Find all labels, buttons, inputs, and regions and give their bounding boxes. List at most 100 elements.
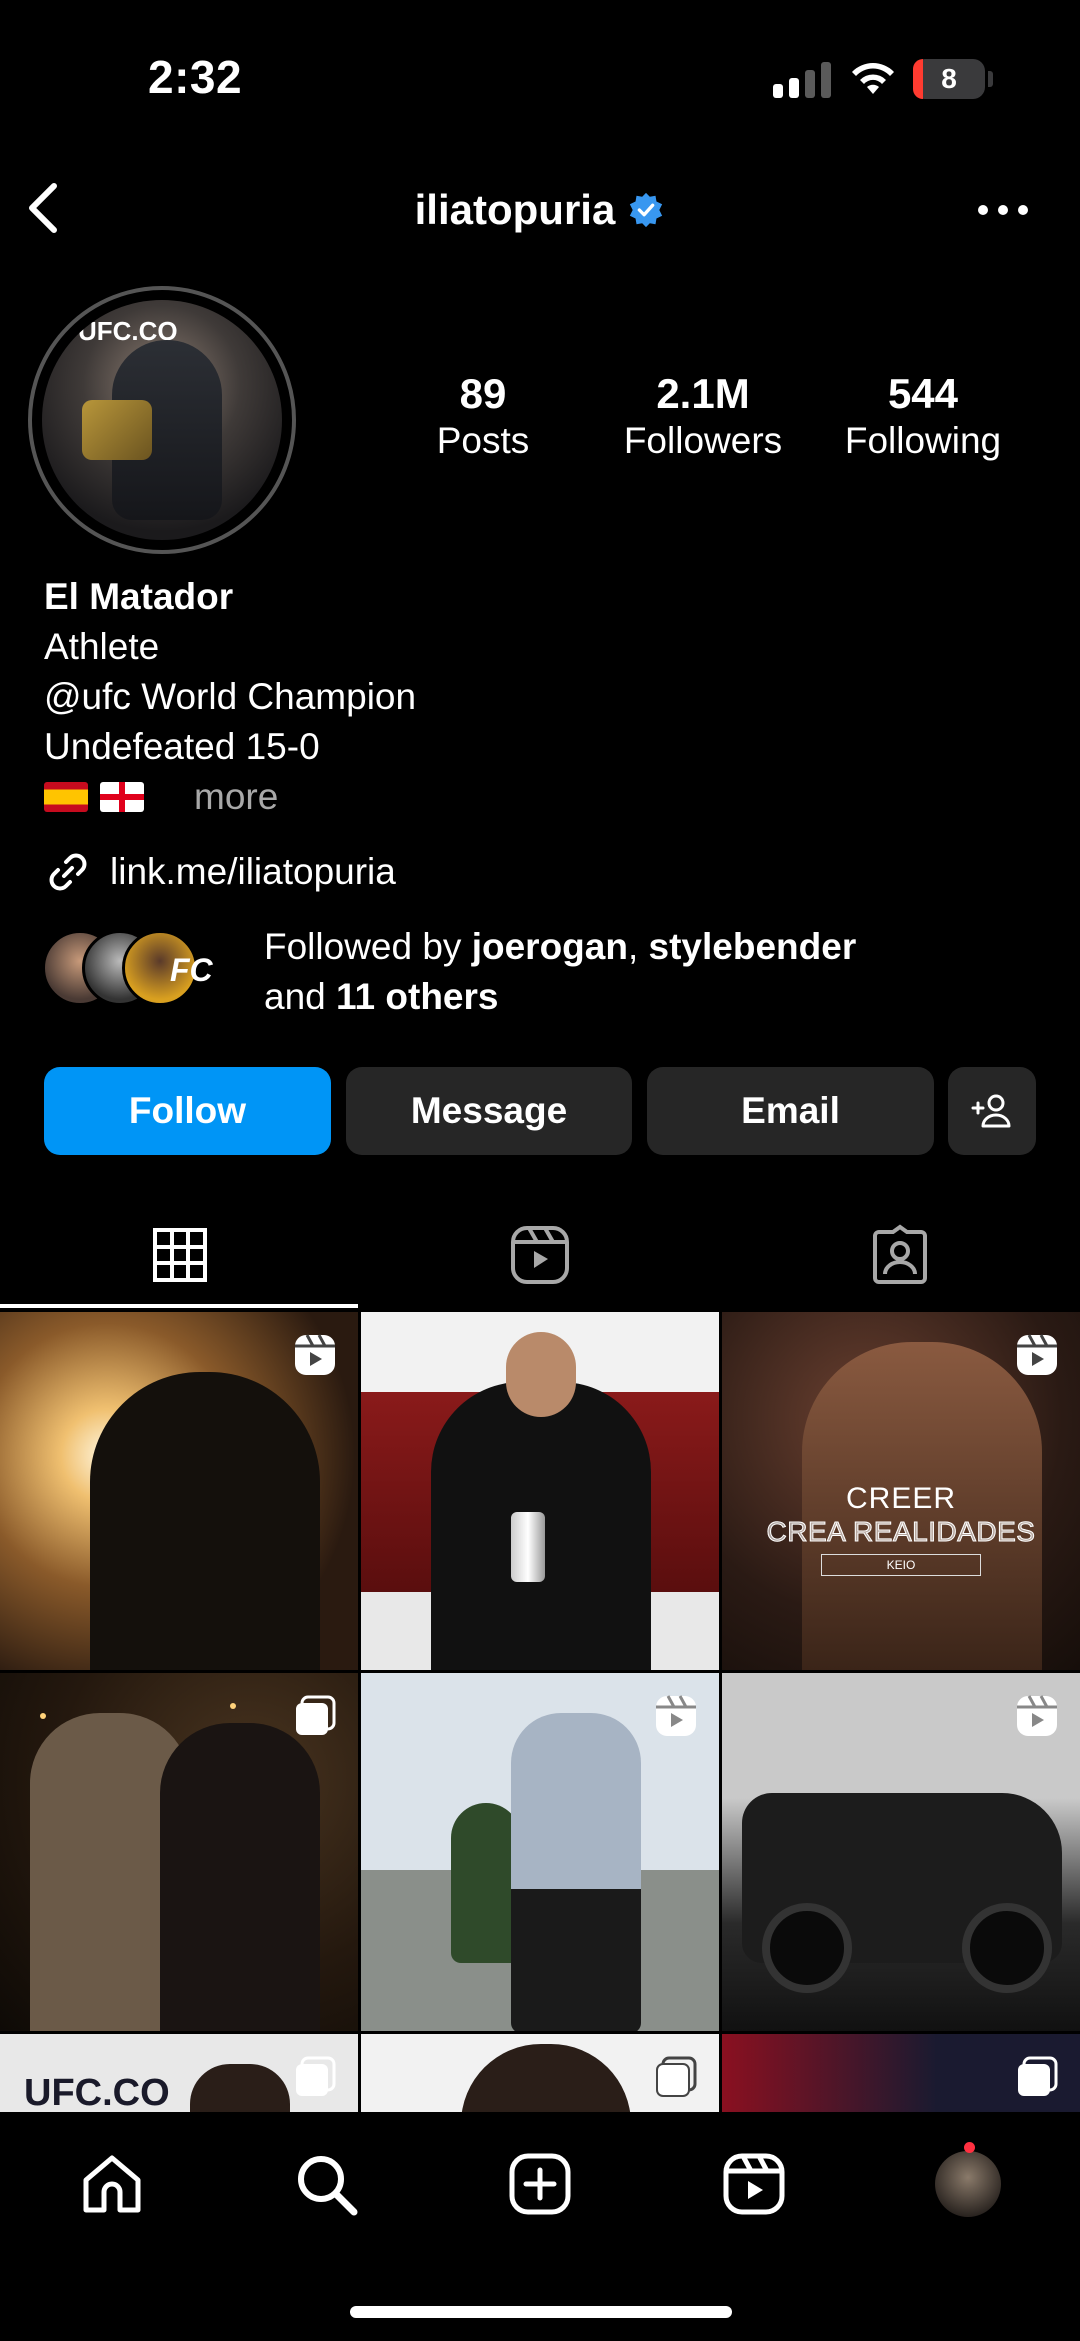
profile-avatar-icon (935, 2151, 1001, 2217)
grid-icon (153, 1228, 207, 1282)
post-thumbnail[interactable]: CREER CREA REALIDADES KEIO (722, 1312, 1080, 1670)
message-button[interactable]: Message (346, 1067, 632, 1155)
bio-more-link[interactable]: more (194, 776, 278, 818)
post-subject (90, 1372, 320, 1670)
reel-badge-icon (1017, 1695, 1057, 1736)
active-tab-indicator (0, 1304, 358, 1308)
following-count[interactable]: 544 Following (830, 370, 1016, 464)
profile-header: iliatopuria (0, 180, 1080, 240)
post-subject (511, 1713, 641, 2031)
profile-tabs (0, 1200, 1080, 1310)
bio-line: @ufc World Champion (44, 676, 417, 717)
post-face (506, 1332, 576, 1417)
reel-badge-icon (656, 1695, 696, 1736)
display-name: El Matador (44, 576, 234, 617)
post-wheel (962, 1903, 1052, 1993)
post-thumbnail[interactable] (361, 1673, 719, 2031)
post-thumbnail[interactable] (361, 1312, 719, 1670)
home-indicator[interactable] (350, 2306, 732, 2318)
profile-avatar[interactable]: UFC.CO (28, 286, 296, 554)
avatar-belt (82, 400, 152, 460)
battery-cap (988, 71, 993, 87)
carousel-badge-icon (1018, 2056, 1058, 2096)
followers-value: 2.1M (656, 370, 750, 417)
mutual-others-count[interactable]: 11 others (336, 976, 498, 1017)
cellular-signal-icon (773, 62, 831, 98)
post-thumbnail[interactable]: UFC.CO (0, 2034, 358, 2112)
post-thumbnail[interactable] (722, 1673, 1080, 2031)
profile-link-text[interactable]: link.me/iliatopuria (110, 851, 396, 893)
profile-username: iliatopuria (414, 186, 616, 233)
spain-flag-icon (44, 782, 88, 812)
wifi-icon (852, 63, 894, 94)
tab-posts-grid[interactable] (0, 1200, 360, 1310)
post-overlay-text: CREER CREA REALIDADES KEIO (722, 1482, 1080, 1576)
tab-reels[interactable] (360, 1200, 720, 1310)
mutual-followers-avatars: FC (42, 930, 242, 1020)
followed-by-prefix: Followed by (264, 926, 462, 967)
nav-reels[interactable] (714, 2144, 794, 2224)
post-wheel (762, 1903, 852, 1993)
followers-count[interactable]: 2.1M Followers (610, 370, 796, 464)
dot-icon (998, 205, 1008, 215)
reel-badge-icon (295, 1334, 335, 1375)
nav-profile[interactable] (928, 2144, 1008, 2224)
post-overlay-tag: KEIO (821, 1554, 981, 1576)
nav-search[interactable] (286, 2144, 366, 2224)
reels-icon (723, 2153, 785, 2215)
avatar-photo: UFC.CO (42, 300, 282, 540)
posts-grid: CREER CREA REALIDADES KEIO UFC.CO (0, 1312, 1080, 2112)
posts-value: 89 (459, 370, 507, 417)
dot-icon (1018, 205, 1028, 215)
suggested-users-button[interactable] (948, 1067, 1036, 1155)
profile-bio: El Matador Athlete @ufc World Champion U… (44, 572, 1044, 822)
battery-indicator: 8 (913, 59, 985, 99)
followers-label: Followers (623, 420, 783, 461)
verified-badge-icon (630, 192, 663, 228)
mutual-user-stylebender[interactable]: stylebender (649, 926, 857, 967)
battery-percentage: 8 (941, 63, 957, 94)
post-thumbnail[interactable] (0, 1673, 358, 2031)
bio-line: Undefeated 15-0 (44, 726, 320, 767)
following-value: 544 (887, 370, 959, 417)
followed-by-text: Followed by joerogan, stylebender and 11… (264, 922, 964, 1022)
followed-by-separator: , (627, 926, 639, 967)
post-thumbnail[interactable] (722, 2034, 1080, 2112)
post-subject (461, 2044, 631, 2112)
profile-link[interactable]: link.me/iliatopuria (44, 848, 396, 896)
profile-category: Athlete (44, 626, 160, 667)
nav-create[interactable] (500, 2144, 580, 2224)
email-button[interactable]: Email (647, 1067, 934, 1155)
link-icon (49, 853, 87, 891)
post-overlay-line1: CREER (845, 1482, 956, 1515)
more-options-button[interactable] (978, 188, 1028, 232)
tagged-icon (873, 1224, 927, 1284)
posts-label: Posts (436, 420, 530, 461)
status-bar: 2:32 8 (0, 0, 1080, 150)
home-icon (83, 2155, 141, 2213)
carousel-badge-icon (296, 2056, 336, 2096)
mutual-badge-text: FC (170, 952, 213, 988)
mutual-user-joerogan[interactable]: joerogan (472, 926, 628, 967)
georgia-flag-icon (100, 782, 144, 812)
post-subject (160, 1723, 320, 2031)
nav-home[interactable] (72, 2144, 152, 2224)
bio-flags-row: more (44, 772, 1044, 822)
post-backdrop-text: UFC.CO (24, 2072, 170, 2112)
posts-count[interactable]: 89 Posts (413, 370, 553, 464)
post-thumbnail[interactable] (361, 2034, 719, 2112)
reel-badge-icon (1017, 1334, 1057, 1375)
followed-by-row[interactable]: FC Followed by joerogan, stylebender and… (42, 922, 964, 1022)
post-overlay-line2: CREA REALIDADES (766, 1516, 1036, 1548)
following-label: Following (844, 420, 1002, 461)
tab-tagged[interactable] (720, 1200, 1080, 1310)
post-thumbnail[interactable] (0, 1312, 358, 1670)
post-can (511, 1512, 545, 1582)
create-icon (509, 2153, 571, 2215)
carousel-badge-icon (296, 1695, 336, 1735)
follow-button[interactable]: Follow (44, 1067, 331, 1155)
status-time: 2:32 (148, 51, 243, 103)
post-subject (190, 2064, 290, 2112)
add-person-icon (971, 1094, 1011, 1128)
notification-dot (964, 2142, 975, 2153)
